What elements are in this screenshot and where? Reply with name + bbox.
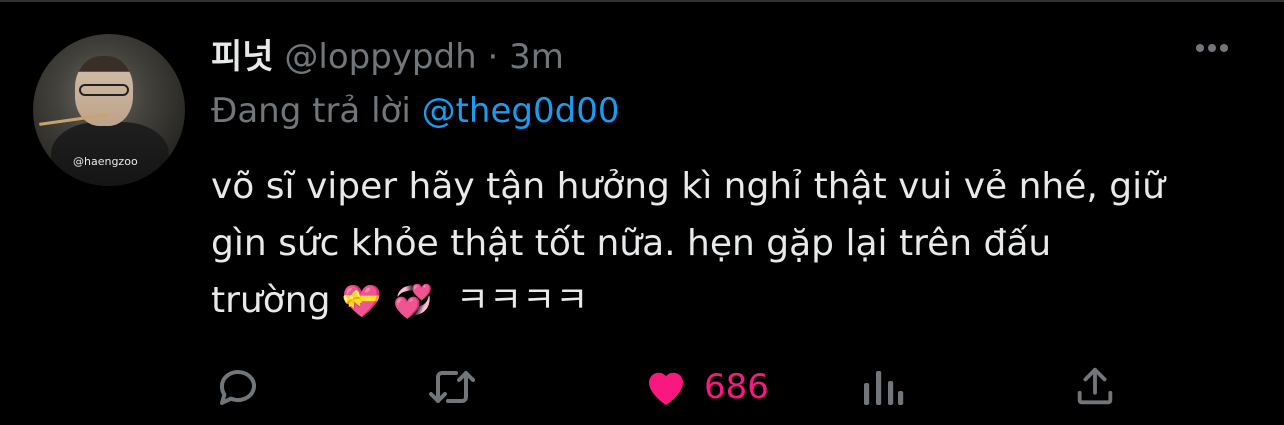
retweet-button[interactable] bbox=[426, 357, 478, 417]
views-icon bbox=[860, 363, 904, 411]
display-name[interactable]: 피넛 bbox=[211, 37, 274, 77]
reply-mention-link[interactable]: @theg0d00 bbox=[422, 91, 620, 131]
laugh-text: ㅋㅋㅋㅋ bbox=[455, 280, 589, 321]
retweet-icon bbox=[426, 363, 478, 411]
like-button[interactable]: 686 bbox=[642, 357, 769, 417]
gift-heart-emoji: 💝 bbox=[341, 282, 382, 320]
more-dot bbox=[1220, 44, 1228, 52]
replying-to-label: Đang trả lời bbox=[211, 91, 411, 131]
tweet-text-line: gìn sức khỏe thật tốt nữa. hẹn gặp lại t… bbox=[211, 223, 1052, 264]
reply-button[interactable] bbox=[214, 357, 262, 417]
tweet-text-line: võ sĩ viper hãy tận hưởng kì nghỉ thật v… bbox=[211, 166, 1165, 207]
share-button[interactable] bbox=[1072, 357, 1118, 417]
avatar-body bbox=[51, 122, 169, 186]
divider bbox=[0, 0, 1284, 2]
avatar[interactable]: @haengzoo bbox=[33, 34, 185, 186]
tweet-text: võ sĩ viper hãy tận hưởng kì nghỉ thật v… bbox=[211, 158, 1251, 330]
avatar-watermark: @haengzoo bbox=[73, 155, 138, 168]
action-bar: 686 bbox=[0, 357, 1284, 417]
tweet-text-line: trường bbox=[211, 280, 331, 321]
more-dot bbox=[1208, 44, 1216, 52]
heart-icon bbox=[642, 363, 690, 411]
tweet-text-line-last: trường 💝 💞 ㅋㅋㅋㅋ bbox=[211, 272, 1251, 330]
views-button[interactable] bbox=[860, 357, 904, 417]
like-count: 686 bbox=[704, 367, 769, 407]
more-icon[interactable] bbox=[1196, 44, 1228, 52]
tweet-card[interactable]: @haengzoo 피넛 @loppypdh · 3m Đang trả lời… bbox=[0, 0, 1284, 425]
tweet-header: 피넛 @loppypdh · 3m bbox=[211, 35, 564, 79]
timestamp[interactable]: 3m bbox=[509, 37, 564, 77]
reply-icon bbox=[214, 363, 262, 411]
separator-dot: · bbox=[487, 37, 499, 77]
share-icon bbox=[1072, 363, 1118, 411]
more-dot bbox=[1196, 44, 1204, 52]
replying-to: Đang trả lời @theg0d00 bbox=[211, 89, 619, 133]
avatar-glasses bbox=[79, 84, 129, 96]
two-hearts-emoji: 💞 bbox=[393, 282, 434, 320]
user-handle[interactable]: @loppypdh bbox=[284, 37, 476, 77]
